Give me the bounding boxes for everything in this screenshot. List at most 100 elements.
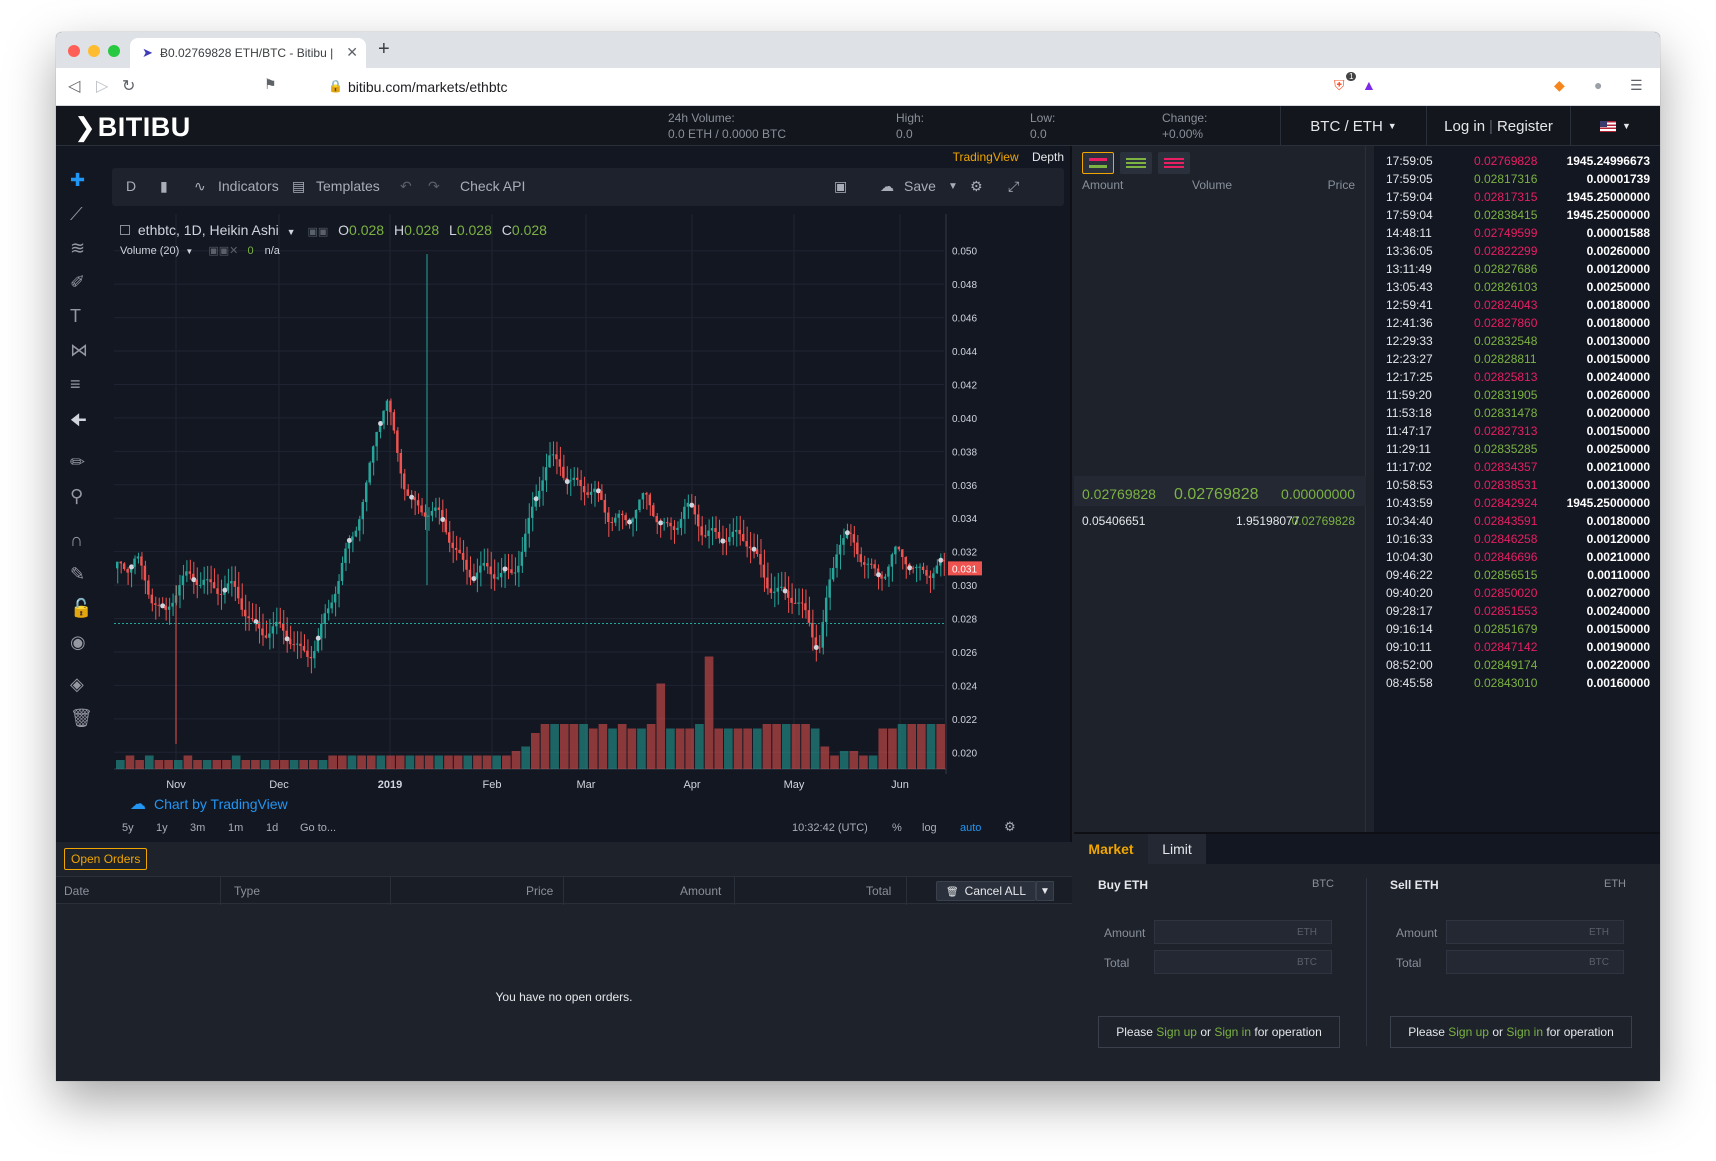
goto-button[interactable]: Go to... [300,822,336,834]
ruler-icon[interactable]: ✏ [70,452,85,473]
interval-button[interactable]: D [126,178,136,194]
sign-in-link[interactable]: Sign in [1506,1025,1543,1039]
indicators-button[interactable]: Indicators [218,178,279,194]
volume-bar [492,755,502,769]
volume-bar [453,755,463,769]
brave-shield-icon[interactable]: ⛨ [1334,77,1345,94]
price-chart[interactable]: 0.050 0.048 0.046 0.044 0.042 0.040 0.038 0.036… [114,214,1064,824]
ob-row-amount[interactable]: 0.05406651 [1082,514,1145,528]
range-1m[interactable]: 1m [228,822,243,834]
market-selector[interactable]: BTC / ETH ▼ [1280,106,1426,146]
login-link[interactable]: Log in [1444,118,1485,135]
reload-icon[interactable]: ↻ [122,76,135,96]
bookmark-icon[interactable]: ⚑ [264,76,277,93]
buy-amount-input[interactable] [1154,920,1332,944]
bitibu-logo[interactable]: ❯ BITIBU [74,112,191,143]
check-api-button[interactable]: Check API [460,178,525,194]
site-header: ❯ BITIBU 24h Volume: 0.0 ETH / 0.0000 BT… [56,106,1660,146]
templates-button[interactable]: Templates [316,178,380,194]
eye-icon[interactable]: ◉ [70,632,86,653]
browser-tab[interactable]: ➤ Ƀ0.02769828 ETH/BTC - Bitibu | ✕ [130,38,366,68]
lock-drawing-icon[interactable]: ✎ [70,564,85,585]
pitchfork-icon[interactable]: ≋ [70,238,85,259]
range-5y[interactable]: 5y [122,822,134,834]
arrow-left-icon[interactable]: 🠈 [70,408,87,438]
save-button[interactable]: Save [904,178,936,194]
omnibox[interactable]: 🔒 bitibu.com/markets/ethbtc [318,73,1398,101]
range-1d[interactable]: 1d [266,822,278,834]
volume-bar [125,755,135,769]
orderbook-both-icon[interactable] [1082,152,1114,174]
metamask-icon[interactable]: ◆ [1554,77,1565,94]
tab-limit[interactable]: Limit [1148,834,1206,864]
camera-icon[interactable]: ▣ [834,178,847,195]
text-tool-icon[interactable]: T [70,306,81,327]
brave-rewards-icon[interactable]: ▲ [1362,77,1376,93]
volume-bar [849,751,859,769]
sign-up-link[interactable]: Sign up [1448,1025,1489,1039]
save-chevron-icon[interactable]: ▼ [948,181,958,192]
zoom-icon[interactable]: ⚲ [70,486,83,507]
templates-icon[interactable]: ▤ [292,178,305,195]
ob-row-price[interactable]: 0.02769828 [1292,514,1355,528]
percent-toggle[interactable]: % [892,822,902,834]
log-toggle[interactable]: log [922,822,937,834]
crosshair-icon[interactable]: ✚ [70,170,85,191]
undo-icon[interactable]: ↶ [400,178,412,195]
indicators-icon[interactable]: ∿ [194,178,206,195]
cloud-icon[interactable]: ☁ [880,178,894,195]
sell-total-input[interactable] [1446,950,1624,974]
layers-icon[interactable]: ◈ [70,674,84,695]
close-window-button[interactable] [68,45,80,57]
cancel-all-button[interactable]: 🗑 Cancel ALL [936,881,1036,901]
magnet-icon[interactable]: ∩ [70,530,83,551]
candle-body [818,647,821,649]
minimize-window-button[interactable] [88,45,100,57]
tab-market[interactable]: Market [1074,834,1148,864]
sign-in-link[interactable]: Sign in [1214,1025,1251,1039]
symbol-label[interactable]: ethbtc, 1D, Heikin Ashi [138,222,279,238]
orderbook-buy-icon[interactable] [1120,152,1152,174]
back-icon[interactable]: ◁ [68,76,80,96]
orderbook-sell-icon[interactable] [1158,152,1190,174]
sign-up-link[interactable]: Sign up [1156,1025,1197,1039]
trendline-icon[interactable]: ⟋ [70,204,83,225]
maximize-window-button[interactable] [108,45,120,57]
candle-type-icon[interactable]: ▮ [160,178,168,195]
logo-mark-icon: ❯ [74,112,96,142]
profile-icon[interactable]: ● [1594,77,1602,93]
language-selector[interactable]: ▼ [1570,106,1660,146]
redo-icon[interactable]: ↷ [428,178,440,195]
sell-amount-input[interactable] [1446,920,1624,944]
new-tab-button[interactable]: + [378,38,390,61]
ob-row-volume[interactable]: 1.95198077 [1236,514,1299,528]
forward-icon[interactable]: ▷ [96,76,108,96]
tradingview-watermark[interactable]: ☁ Chart by TradingView [130,794,288,814]
fullscreen-icon[interactable]: ⤢ [1008,178,1019,195]
price-chart-svg[interactable]: 0.050 0.048 0.046 0.044 0.042 0.040 0.038 0.036… [114,214,1064,824]
menu-icon[interactable]: ☰ [1630,77,1643,94]
range-1y[interactable]: 1y [156,822,168,834]
tab-open-orders[interactable]: Open Orders [64,848,148,870]
cancel-all-chevron-icon[interactable]: ▼ [1036,881,1054,901]
settings-icon[interactable]: ⚙ [970,178,983,195]
unlock-icon[interactable]: 🔓 [70,598,92,619]
chart-settings-icon[interactable]: ⚙ [1004,819,1016,835]
trash-icon[interactable]: 🗑 [70,708,93,729]
tab-close-icon[interactable]: ✕ [346,44,358,61]
high-value: 0.028 [404,222,440,238]
candle-body [828,579,831,598]
brush-icon[interactable]: ✐ [70,272,85,293]
buy-total-input[interactable] [1154,950,1332,974]
trade-price: 0.02850020 [1474,586,1538,600]
candle-body [233,581,237,587]
register-link[interactable]: Register [1497,118,1553,135]
tab-depth[interactable]: Depth [1032,150,1064,164]
tab-tradingview[interactable]: TradingView [953,150,1019,164]
auto-toggle[interactable]: auto [960,822,981,834]
volume-bar [415,755,424,769]
range-3m[interactable]: 3m [190,822,205,834]
candle-body [710,528,714,531]
pattern-icon[interactable]: ⋈ [70,340,88,361]
forecast-icon[interactable]: ≡ [70,374,81,395]
